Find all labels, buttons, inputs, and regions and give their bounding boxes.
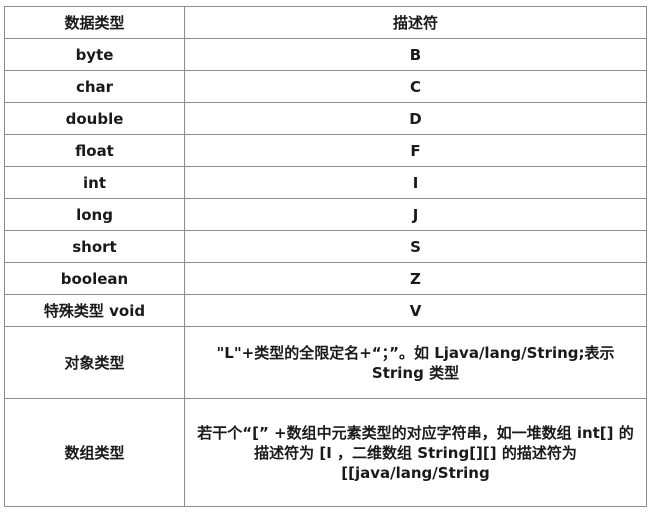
type-cell: double <box>4 102 185 135</box>
table-row: 数组类型 若干个“[” +数组中元素类型的对应字符串，如一堆数组 int[] 的… <box>4 398 647 507</box>
descriptor-cell: J <box>184 198 647 231</box>
table-row: boolean Z <box>4 262 647 295</box>
descriptor-cell: 若干个“[” +数组中元素类型的对应字符串，如一堆数组 int[] 的描述符为 … <box>184 398 647 507</box>
descriptor-table: 数据类型 描述符 byte B char C double D float F … <box>4 6 647 507</box>
descriptor-cell: Z <box>184 262 647 295</box>
type-cell: float <box>4 134 185 167</box>
table-row: float F <box>4 134 647 167</box>
table-row: byte B <box>4 38 647 71</box>
header-data-type: 数据类型 <box>4 6 185 39</box>
descriptor-cell: S <box>184 230 647 263</box>
table-row: double D <box>4 102 647 135</box>
type-cell: int <box>4 166 185 199</box>
table-row: short S <box>4 230 647 263</box>
type-cell: 对象类型 <box>4 326 185 399</box>
type-cell: long <box>4 198 185 231</box>
descriptor-cell: V <box>184 294 647 327</box>
table-row: int I <box>4 166 647 199</box>
descriptor-cell: C <box>184 70 647 103</box>
table-row: 特殊类型 void V <box>4 294 647 327</box>
table-row: char C <box>4 70 647 103</box>
table-header-row: 数据类型 描述符 <box>4 6 647 39</box>
header-descriptor: 描述符 <box>184 6 647 39</box>
type-cell: short <box>4 230 185 263</box>
descriptor-cell: F <box>184 134 647 167</box>
descriptor-cell: I <box>184 166 647 199</box>
table-row: long J <box>4 198 647 231</box>
object-descriptor-text: "L"+类型的全限定名+“；”。如 Ljava/lang/String;表示 S… <box>216 343 615 382</box>
type-cell: byte <box>4 38 185 71</box>
descriptor-cell: "L"+类型的全限定名+“；”。如 Ljava/lang/String;表示 S… <box>184 326 647 399</box>
type-cell: boolean <box>4 262 185 295</box>
descriptor-cell: B <box>184 38 647 71</box>
descriptor-cell: D <box>184 102 647 135</box>
type-cell: 特殊类型 void <box>4 294 185 327</box>
type-cell: char <box>4 70 185 103</box>
array-descriptor-text: 若干个“[” +数组中元素类型的对应字符串，如一堆数组 int[] 的描述符为 … <box>197 423 634 482</box>
type-cell: 数组类型 <box>4 398 185 507</box>
table-row: 对象类型 "L"+类型的全限定名+“；”。如 Ljava/lang/String… <box>4 326 647 399</box>
